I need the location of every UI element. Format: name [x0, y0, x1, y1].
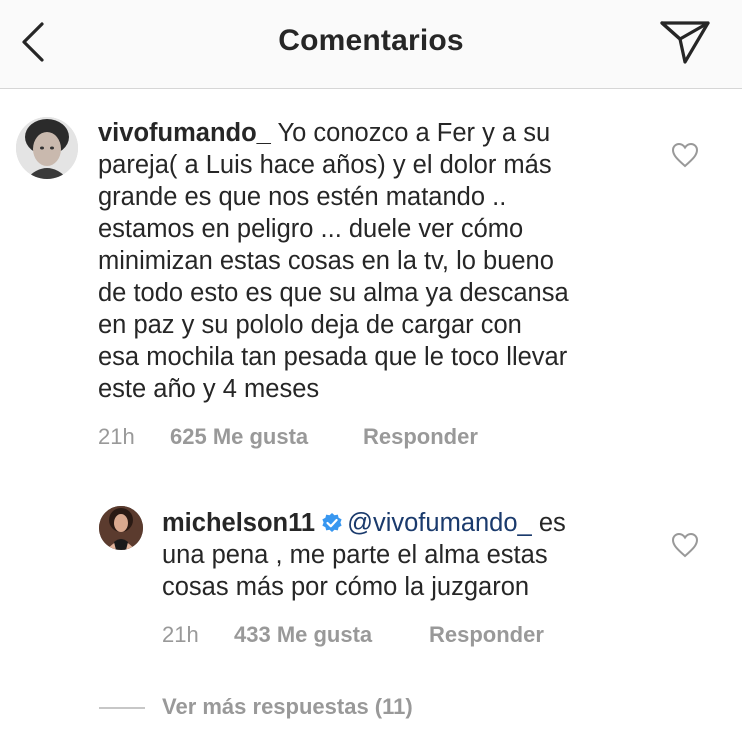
comment-text: vivofumando_ Yo conozco a Fer y a su par… [98, 117, 658, 405]
comment-body: Yo conozco a Fer y a su pareja( a Luis h… [98, 119, 569, 403]
avatar[interactable] [16, 117, 78, 179]
comment-username[interactable]: vivofumando_ [98, 119, 271, 147]
likes-count[interactable]: 433 Me gusta [234, 622, 372, 648]
mention-link[interactable]: @vivofumando_ [347, 509, 532, 537]
comment-time: 21h [98, 424, 135, 449]
reply-button[interactable]: Responder [429, 622, 544, 648]
view-more-replies-button[interactable]: Ver más respuestas (11) [162, 694, 413, 720]
verified-badge-icon [322, 513, 342, 532]
avatar[interactable] [99, 506, 143, 550]
reply-text: michelson11 @vivofumando_ es una pena , m… [162, 507, 662, 603]
page-title: Comentarios [278, 24, 464, 57]
reply-button[interactable]: Responder [363, 424, 478, 450]
top-bar: Comentarios [0, 0, 742, 89]
reply-username[interactable]: michelson11 [162, 509, 315, 537]
heart-icon[interactable] [671, 532, 699, 558]
paper-plane-icon[interactable] [658, 18, 712, 66]
divider [99, 707, 145, 709]
likes-count[interactable]: 625 Me gusta [170, 424, 308, 450]
heart-icon[interactable] [671, 142, 699, 168]
reply-time: 21h [162, 622, 199, 647]
